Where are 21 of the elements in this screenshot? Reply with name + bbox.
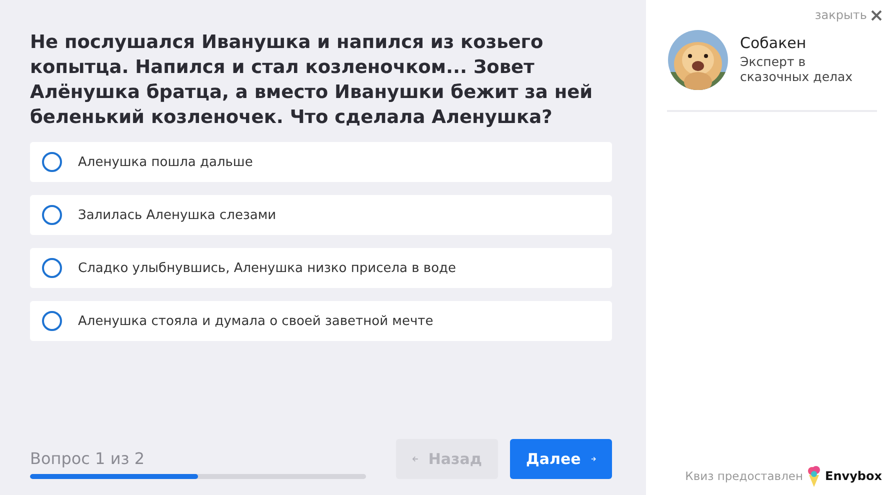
option-label: Залилась Аленушка слезами [78,208,276,222]
progress-label: Вопрос 1 из 2 [30,449,146,468]
question-text: Не послушался Иванушка и напился из козьего копытца. Напился и стал козленочком... Зовет Алёнушка братца, а вместо Иванушки бежит за ней беленький козленочек. Что сделала Аленушка? [30,31,594,130]
radio-button[interactable] [42,152,62,172]
answer-option[interactable]: Залилась Аленушка слезами [30,195,612,235]
expert-role: Эксперт в сказочных делах [740,54,854,84]
expert-name: Собакен [740,34,808,52]
radio-button[interactable] [42,258,62,278]
answer-option[interactable]: Сладко улыбнувшись, Аленушка низко присела в воде [30,248,612,288]
ice-cream-icon [807,465,822,487]
option-label: Аленушка стояла и думала о своей заветной мечте [78,314,434,328]
option-label: Аленушка пошла дальше [78,154,253,170]
radio-button[interactable] [42,311,62,331]
option-label: Сладко улыбнувшись, Аленушка низко присела в воде [78,260,456,276]
answer-option[interactable]: Аленушка пошла дальше [30,142,612,182]
answer-option[interactable]: Аленушка стояла и думала о своей заветной мечте [30,301,612,341]
close-icon [871,10,882,20]
next-button[interactable]: Далее [510,439,612,479]
credit-label: Квиз предоставлен [685,469,804,483]
radio-button[interactable] [42,205,62,225]
brand-logo: Envybox [825,469,882,483]
